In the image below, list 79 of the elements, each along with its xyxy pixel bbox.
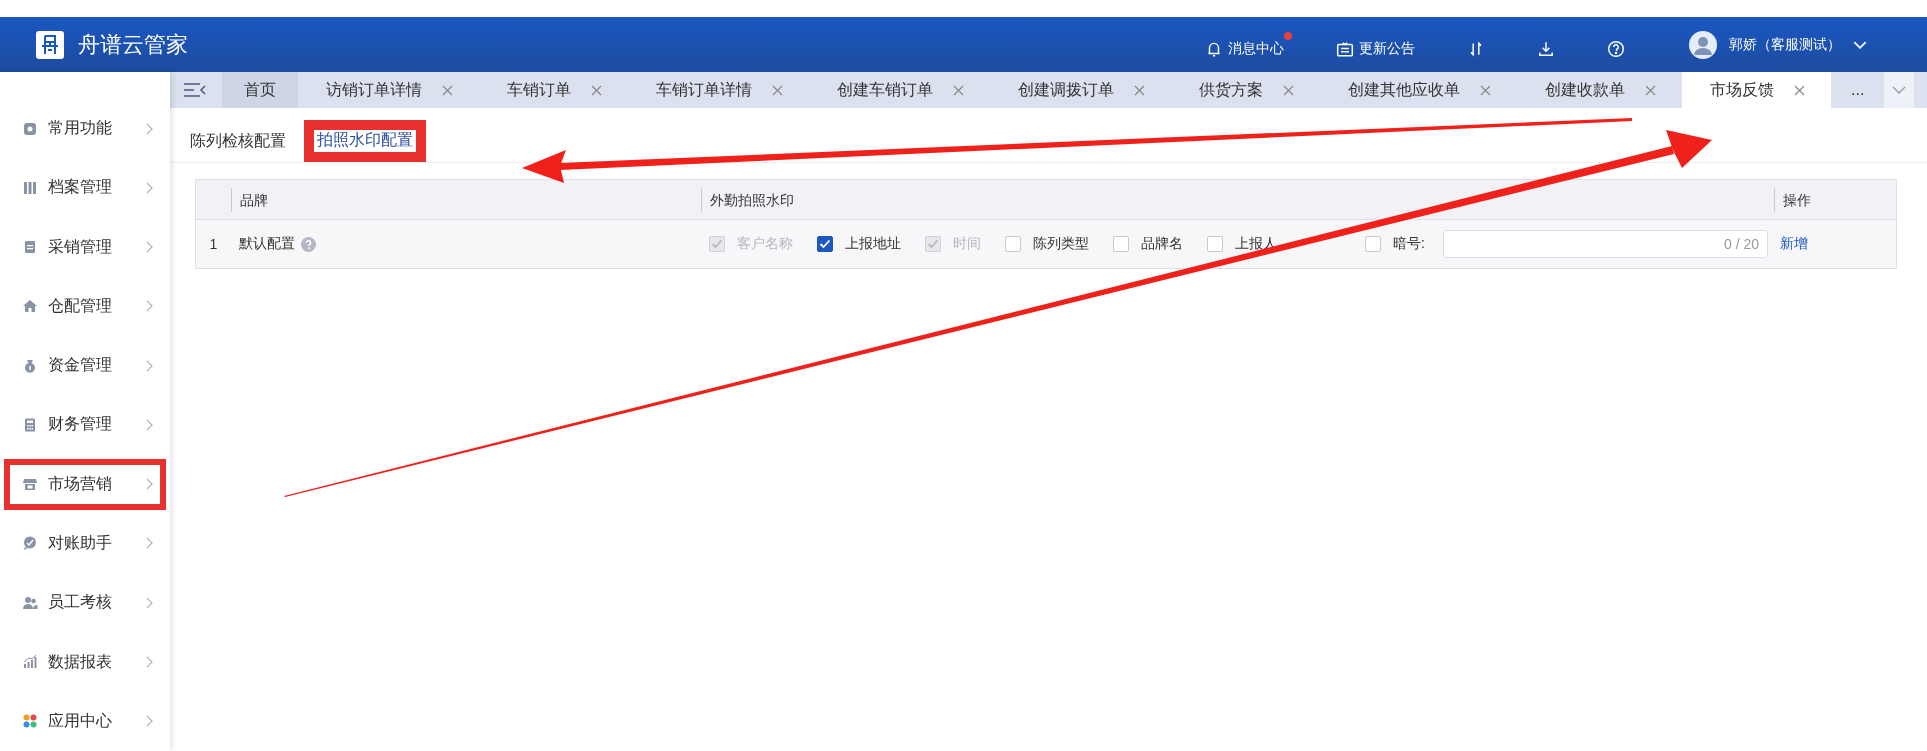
warehouse-icon [22,298,38,315]
checkbox[interactable] [817,236,833,252]
column-header: 操作 [1774,187,1896,212]
sub-tab[interactable]: 陈列检核配置 [190,126,298,162]
chevron-right-icon [144,241,154,254]
tab[interactable]: 车销订单 [479,72,628,108]
close-icon[interactable] [772,84,783,96]
tab[interactable]: 首页 [222,72,298,108]
watermark-option[interactable]: 品牌名 [1113,235,1183,253]
help-icon [301,236,316,252]
close-icon[interactable] [1134,84,1145,96]
column-header: 品牌 [231,187,701,212]
chevron-right-icon [144,656,154,668]
download-icon [1537,39,1555,58]
close-icon[interactable] [442,84,453,96]
money-icon [22,357,38,374]
help-icon [1607,39,1625,58]
app-brand-name: 舟谱云管家 [78,30,189,59]
add-link[interactable]: 新增 [1774,235,1896,253]
tab[interactable]: 创建车销订单 [809,72,990,108]
collapse-menu-icon[interactable] [183,82,207,98]
check-icon [927,239,939,249]
chevron-right-icon [144,359,154,372]
finance-icon [22,416,38,433]
check-icon [711,239,723,249]
chevron-down-icon [1892,86,1907,94]
close-icon[interactable] [1283,84,1294,96]
tab[interactable]: 车销订单详情 [628,72,809,108]
sidebar-item[interactable]: 采销管理 [0,217,170,277]
chat-icon [22,535,38,552]
sidebar-item[interactable]: 应用中心 [0,691,170,751]
chevron-right-icon [144,418,154,431]
tab[interactable]: 市场反馈 [1682,72,1831,108]
sidebar-item[interactable]: 仓配管理 [0,276,170,337]
brand-name: 默认配置 [239,235,295,253]
watermark-option[interactable]: 上报地址 [817,235,901,253]
user-menu[interactable]: 郭娇（客服测试） [1689,30,1867,59]
bell-button[interactable]: 消息中心 [1205,31,1292,58]
close-icon[interactable] [1645,84,1656,96]
market-icon [22,476,38,493]
chevron-down-icon [1853,40,1867,49]
sidebar-item[interactable]: 常用功能 [0,99,170,159]
tabs-dropdown-button[interactable] [1884,72,1915,108]
report-icon [22,654,38,670]
sidebar-item[interactable]: 财务管理 [0,395,170,455]
chevron-right-icon [144,300,154,313]
sidebar-item[interactable]: 对账助手 [0,513,170,574]
close-icon[interactable] [953,84,964,96]
notification-dot [1284,31,1292,40]
watermark-option[interactable]: 陈列类型 [1005,235,1089,253]
chevron-right-icon [144,478,154,491]
code-option[interactable]: 暗号: [1365,235,1425,253]
sidebar-item[interactable]: 市场营销 [0,454,170,514]
tab[interactable]: 访销订单详情 [298,72,479,108]
chevron-right-icon [144,715,154,728]
chevron-right-icon [144,537,154,550]
close-icon[interactable] [591,84,602,96]
tab[interactable]: 创建其他应收单 [1320,72,1517,108]
row-number: 1 [208,236,219,252]
avatar-icon [1689,30,1717,59]
tab[interactable]: 创建调拨订单 [990,72,1171,108]
sidebar-item[interactable]: 员工考核 [0,573,170,633]
sub-tab[interactable]: 拍照水印配置 [304,120,426,162]
check-icon [819,239,831,249]
sidebar-item[interactable]: 资金管理 [0,336,170,396]
close-icon[interactable] [1480,84,1491,96]
chevron-right-icon [144,596,154,609]
close-icon[interactable] [1794,84,1805,96]
chevron-right-icon [144,122,154,135]
logo-icon [36,30,64,59]
tab[interactable]: 供货方案 [1171,72,1320,108]
sidebar-item[interactable]: 数据报表 [0,632,170,692]
notice-board-icon [1336,39,1354,58]
staff-icon [22,594,38,611]
sidebar-item[interactable]: 档案管理 [0,158,170,218]
notice-button[interactable]: 更新公告 [1336,31,1423,58]
apps-icon [22,713,38,730]
tab[interactable]: 创建收款单 [1517,72,1682,108]
chevron-right-icon [144,181,154,194]
